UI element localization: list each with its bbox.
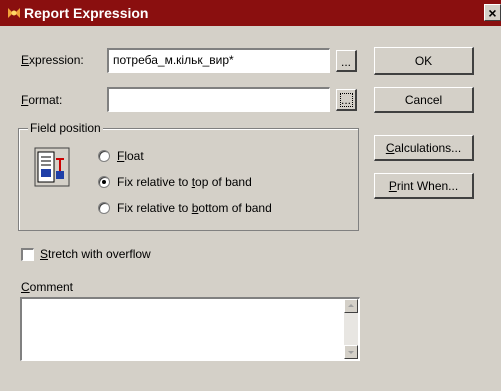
comment-label: Comment: [21, 280, 74, 294]
expression-browse-button[interactable]: ...: [336, 50, 357, 72]
radio-float-label[interactable]: Float: [117, 149, 144, 163]
cancel-button[interactable]: Cancel: [374, 87, 474, 113]
field-position-icon: [34, 147, 70, 187]
scroll-up-icon[interactable]: [344, 299, 358, 313]
title-bar[interactable]: Report Expression ×: [0, 0, 501, 26]
radio-fix-top-label[interactable]: Fix relative to top of band: [117, 175, 252, 189]
comment-textarea[interactable]: [20, 297, 360, 361]
scroll-down-icon[interactable]: [344, 345, 358, 359]
expression-field[interactable]: потреба_м.кільк_вир*: [107, 48, 330, 73]
format-field[interactable]: [107, 87, 330, 112]
ok-button[interactable]: OK: [374, 47, 474, 75]
expression-label: Expression:: [21, 53, 84, 67]
stretch-overflow-checkbox[interactable]: [21, 248, 34, 261]
field-position-title: Field position: [28, 121, 103, 135]
format-browse-button[interactable]: ...: [336, 89, 357, 111]
close-icon[interactable]: ×: [484, 4, 501, 21]
radio-fix-bottom[interactable]: [98, 202, 110, 214]
stretch-overflow-label[interactable]: Stretch with overflow: [40, 247, 151, 261]
format-label: Format:: [21, 93, 63, 107]
radio-fix-bottom-label[interactable]: Fix relative to bottom of band: [117, 201, 272, 215]
window-title: Report Expression: [24, 5, 149, 21]
radio-float[interactable]: [98, 150, 110, 162]
report-expression-icon: [8, 8, 20, 18]
print-when-button[interactable]: Print When...: [374, 173, 474, 199]
calculations-button[interactable]: Calculations...: [374, 135, 474, 161]
radio-fix-top[interactable]: [98, 176, 110, 188]
comment-scrollbar[interactable]: [344, 299, 358, 359]
